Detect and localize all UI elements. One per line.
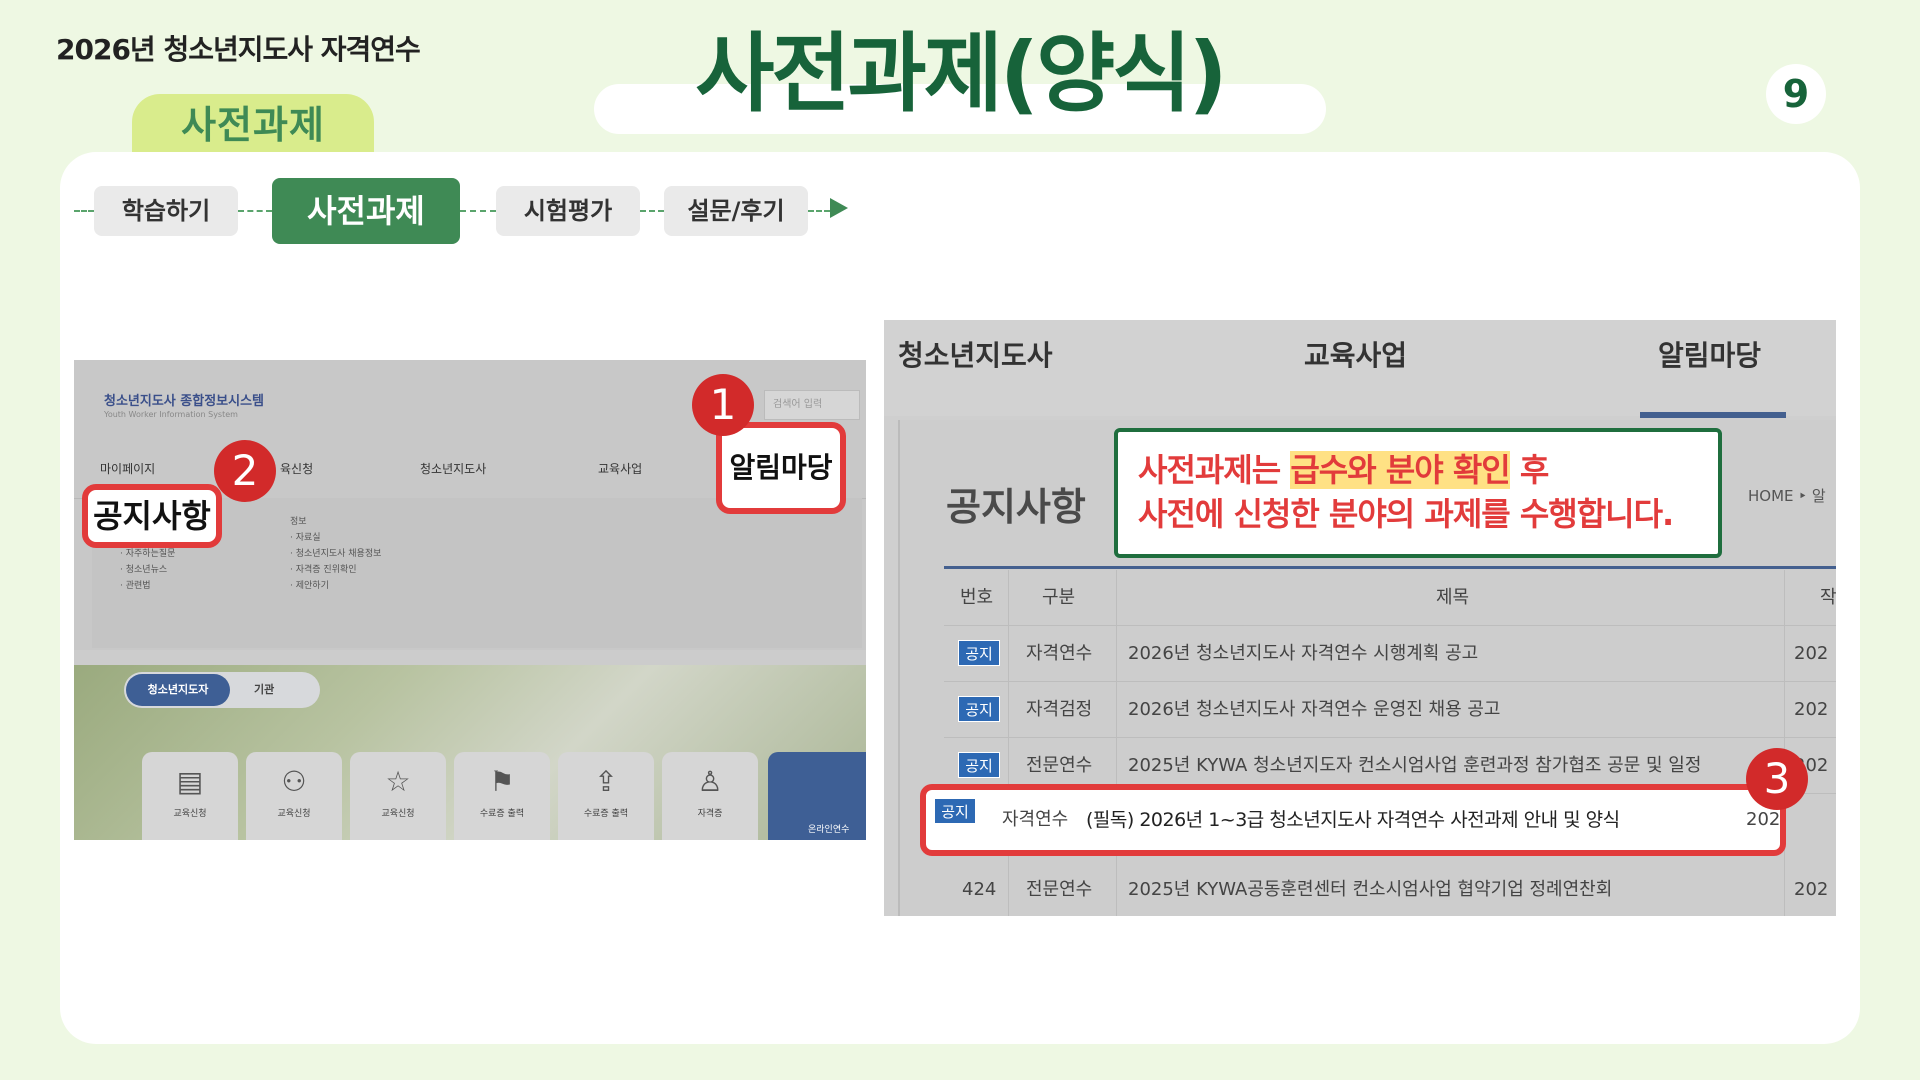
nav-youth-worker[interactable]: 청소년지도사	[898, 326, 1053, 386]
highlighted-row[interactable]: 공지 자격연수 (필독) 2026년 1~3급 청소년지도사 자격연수 사전과제…	[920, 784, 1786, 856]
course-title: 2026년 청소년지도사 자격연수	[56, 33, 421, 66]
row-category: 자격검정	[1026, 699, 1093, 720]
page-title: 사전과제(양식)	[695, 24, 1227, 124]
submenu-item[interactable]: · 자격증 진위확인	[290, 562, 381, 578]
upload-icon: ⇪	[594, 765, 618, 798]
toggle-institution[interactable]: 기관	[254, 674, 274, 706]
submenu-col2: 정보 · 자료실 · 청소년지도사 채용정보 · 자격증 진위확인 · 제안하기	[290, 514, 381, 594]
site-search-input[interactable]: 검색어 입력	[764, 390, 860, 420]
step-learning[interactable]: 학습하기	[94, 186, 238, 236]
row-date: 202	[1794, 879, 1829, 900]
submenu-item[interactable]: · 자주하는질문	[120, 546, 175, 562]
submenu-item[interactable]: · 자료실	[290, 530, 381, 546]
callout-line-1: 사전과제는 급수와 분야 확인 후	[1138, 451, 1549, 489]
section-label: 사전과제	[132, 94, 374, 154]
menu-education[interactable]: 교육사업	[598, 460, 642, 477]
highlight-notice-board[interactable]: 공지사항	[82, 484, 222, 548]
document-icon: ▤	[176, 765, 204, 798]
certificate-icon: ☆	[385, 765, 411, 798]
step-connector	[640, 210, 664, 212]
header-title: 제목	[1436, 587, 1470, 608]
person-icon: ♙	[697, 765, 723, 798]
notice-badge: 공지	[934, 798, 976, 824]
step-connector	[238, 210, 272, 212]
submenu-item[interactable]: · 청소년지도사 채용정보	[290, 546, 381, 562]
highlight-notice-menu[interactable]: 알림마당	[716, 422, 846, 514]
row-number: 424	[962, 879, 997, 900]
nav-education[interactable]: 교육사업	[1304, 326, 1407, 386]
submenu-item[interactable]: · 제안하기	[290, 578, 381, 594]
nav-active-underline	[1640, 412, 1786, 418]
submenu-item[interactable]: · 청소년뉴스	[120, 562, 175, 578]
notice-badge: 공지	[958, 696, 1000, 722]
menu-youth-worker[interactable]: 청소년지도사	[420, 460, 486, 477]
row-title[interactable]: 2025년 KYWA공동훈련센터 컨소시엄사업 협약기업 정례연찬회	[1128, 862, 1612, 916]
step-badge-3: 3	[1746, 748, 1808, 810]
flag-icon: ⚑	[489, 765, 515, 798]
network-icon: ⚇	[281, 765, 307, 798]
step-badge-2: 2	[214, 440, 276, 502]
table-row[interactable]: 424 전문연수 2025년 KYWA공동훈련센터 컨소시엄사업 협약기업 정례…	[944, 862, 1836, 916]
table-row[interactable]: 공지 자격연수 2026년 청소년지도사 자격연수 시행계획 공고 202	[944, 626, 1836, 682]
callout-highlight: 급수와 분야 확인	[1290, 451, 1511, 489]
submenu-col1: · 자주하는질문 · 청소년뉴스 · 관련법	[120, 546, 175, 594]
table-header: 번호 구분 제목 작	[944, 570, 1836, 626]
tile-education-apply[interactable]: ☆ 교육신청	[350, 752, 446, 840]
right-screenshot: 청소년지도사 교육사업 알림마당 공지사항 HOME ‣ 알 번호 구분 제목 …	[884, 320, 1836, 916]
step-exam[interactable]: 시험평가	[496, 186, 640, 236]
site-brand[interactable]: 청소년지도사 종합정보시스템	[104, 390, 264, 409]
row-date: 202	[1794, 643, 1829, 664]
tile-education-apply[interactable]: ⚇ 교육신청	[246, 752, 342, 840]
step-arrow-icon	[830, 198, 848, 218]
table-row[interactable]: 공지 자격검정 2026년 청소년지도사 자격연수 운영진 채용 공고 202	[944, 682, 1836, 738]
submenu-heading: 정보	[290, 517, 307, 527]
notice-badge: 공지	[958, 752, 1000, 778]
notice-badge: 공지	[958, 640, 1000, 666]
tile-online-training[interactable]: 온라인연수	[768, 752, 866, 840]
step-connector	[460, 210, 496, 212]
menu-mypage[interactable]: 마이페이지	[100, 460, 155, 477]
nav-notice-board[interactable]: 알림마당	[1658, 326, 1761, 386]
header-number: 번호	[960, 587, 994, 608]
row-category: 전문연수	[1026, 879, 1093, 900]
instruction-callout: 사전과제는 급수와 분야 확인 후 사전에 신청한 분야의 과제를 수행합니다.	[1114, 428, 1722, 558]
tile-license[interactable]: ♙ 자격증	[662, 752, 758, 840]
callout-line-2: 사전에 신청한 분야의 과제를 수행합니다.	[1138, 495, 1674, 533]
toggle-youth-worker[interactable]: 청소년지도자	[126, 674, 230, 706]
row-title[interactable]: 2026년 청소년지도사 자격연수 운영진 채용 공고	[1128, 682, 1501, 738]
row-title[interactable]: 2026년 청소년지도사 자격연수 시행계획 공고	[1128, 626, 1478, 682]
breadcrumb[interactable]: HOME ‣ 알	[1748, 476, 1826, 516]
step-survey[interactable]: 설문/후기	[664, 186, 808, 236]
row-date: 202	[1794, 699, 1829, 720]
step-pre-assignment[interactable]: 사전과제	[272, 178, 460, 244]
menu-apply[interactable]: 육신청	[280, 460, 313, 477]
step-connector	[808, 210, 830, 212]
row-category: 자격연수	[1002, 809, 1069, 830]
tile-certificate-print[interactable]: ⚑ 수료증 출력	[454, 752, 550, 840]
step-badge-1: 1	[692, 374, 754, 436]
row-category: 자격연수	[1026, 643, 1093, 664]
table-top-border	[944, 566, 1836, 569]
row-title[interactable]: (필독) 2026년 1~3급 청소년지도사 자격연수 사전과제 안내 및 양식	[1086, 790, 1620, 850]
step-connector	[74, 210, 94, 212]
submenu-item[interactable]: · 관련법	[120, 578, 175, 594]
header-category: 구분	[1042, 587, 1076, 608]
board-heading: 공지사항	[946, 485, 1086, 529]
page-number: 9	[1766, 64, 1826, 124]
site-brand-sub: Youth Worker Information System	[104, 410, 238, 419]
tile-education-apply[interactable]: ▤ 교육신청	[142, 752, 238, 840]
tile-certificate-print[interactable]: ⇪ 수료증 출력	[558, 752, 654, 840]
header-author: 작	[1820, 587, 1836, 608]
